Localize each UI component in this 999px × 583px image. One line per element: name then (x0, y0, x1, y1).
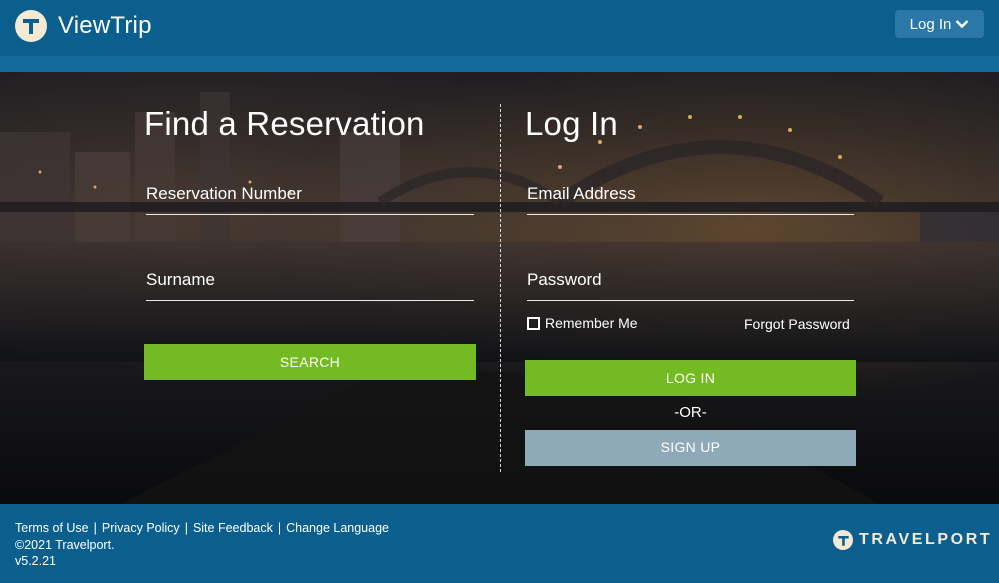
footer: Terms of Use | Privacy Policy | Site Fee… (0, 504, 999, 583)
terms-of-use-link[interactable]: Terms of Use (15, 521, 89, 535)
footer-links: Terms of Use | Privacy Policy | Site Fee… (15, 521, 389, 535)
link-separator: | (93, 521, 97, 535)
link-separator: | (277, 521, 282, 535)
section-divider (500, 104, 501, 472)
hero-section: Find a Reservation Reservation Number Su… (0, 72, 999, 504)
version-text: v5.2.21 (15, 554, 57, 568)
search-button[interactable]: SEARCH (144, 344, 476, 380)
email-input[interactable] (527, 214, 854, 215)
reservation-number-label: Reservation Number (146, 184, 302, 203)
header-strip (0, 56, 999, 72)
login-menu-button[interactable]: Log In (895, 10, 984, 38)
copyright-text: ©2021 Travelport. (15, 538, 115, 552)
email-label: Email Address (527, 184, 636, 203)
link-separator: | (184, 521, 188, 535)
password-input[interactable] (527, 300, 854, 301)
surname-label: Surname (146, 270, 215, 289)
find-reservation-title: Find a Reservation (144, 105, 425, 142)
or-separator: -OR- (674, 404, 707, 421)
app-name: ViewTrip (58, 12, 152, 39)
password-label: Password (527, 270, 602, 289)
reservation-number-input[interactable] (146, 214, 474, 215)
forgot-password-link[interactable]: Forgot Password (744, 316, 850, 332)
login-title: Log In (525, 105, 618, 142)
travelport-brand: TRAVELPORT (859, 531, 993, 548)
surname-input[interactable] (146, 300, 474, 301)
travelport-logo-icon (833, 530, 853, 550)
remember-me-label: Remember Me (545, 315, 638, 331)
chevron-down-icon (956, 20, 969, 29)
privacy-policy-link[interactable]: Privacy Policy (102, 521, 180, 535)
top-header: ViewTrip Log In (0, 0, 999, 56)
change-language-link[interactable]: Change Language (286, 521, 389, 535)
viewtrip-logo-icon (15, 10, 47, 42)
travelport-logo[interactable]: TRAVELPORT (833, 530, 992, 550)
site-feedback-link[interactable]: Site Feedback (193, 521, 273, 535)
remember-me-toggle[interactable]: Remember Me (527, 315, 638, 331)
login-menu-label: Log In (909, 15, 952, 33)
signup-button[interactable]: SIGN UP (525, 430, 856, 466)
viewtrip-logo[interactable]: ViewTrip (15, 10, 152, 42)
checkbox-icon[interactable] (527, 316, 540, 330)
login-button[interactable]: LOG IN (525, 360, 856, 396)
